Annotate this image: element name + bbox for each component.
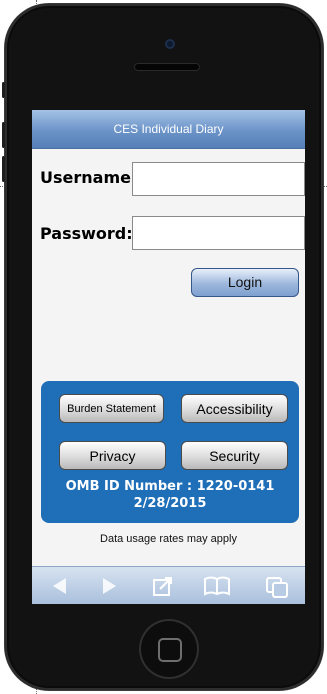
bookmarks-icon[interactable] — [202, 567, 232, 604]
login-button[interactable]: Login — [191, 268, 299, 297]
volume-up-button — [2, 122, 5, 148]
app-title: CES Individual Diary — [113, 122, 224, 136]
silent-switch — [2, 82, 5, 98]
app-title-bar: CES Individual Diary — [32, 110, 305, 149]
password-label: Password: — [40, 224, 133, 243]
data-usage-note: Data usage rates may apply — [100, 533, 237, 545]
phone-screen: CES Individual Diary Username: Password:… — [32, 110, 305, 604]
back-arrow-icon[interactable] — [48, 567, 72, 604]
burden-statement-button[interactable]: Burden Statement — [59, 394, 164, 423]
omb-expiration-date: 2/28/2015 — [133, 496, 207, 511]
password-input[interactable] — [132, 216, 305, 250]
share-icon[interactable] — [150, 567, 176, 604]
privacy-button[interactable]: Privacy — [59, 441, 166, 470]
accessibility-button[interactable]: Accessibility — [181, 394, 288, 423]
front-camera-icon — [165, 39, 175, 49]
omb-id-number: OMB ID Number : 1220-0141 — [65, 479, 275, 494]
earpiece-speaker — [134, 63, 200, 71]
username-input[interactable] — [132, 162, 305, 196]
phone-frame: CES Individual Diary Username: Password:… — [2, 4, 323, 690]
security-button[interactable]: Security — [181, 441, 288, 470]
volume-down-button — [2, 156, 5, 182]
forward-arrow-icon[interactable] — [97, 567, 121, 604]
browser-toolbar — [32, 566, 305, 604]
home-square-icon — [158, 638, 182, 662]
info-panel: Burden Statement Accessibility Privacy S… — [41, 381, 299, 523]
username-label: Username: — [40, 168, 138, 187]
home-button[interactable] — [139, 619, 199, 679]
tabs-icon[interactable] — [264, 567, 292, 604]
